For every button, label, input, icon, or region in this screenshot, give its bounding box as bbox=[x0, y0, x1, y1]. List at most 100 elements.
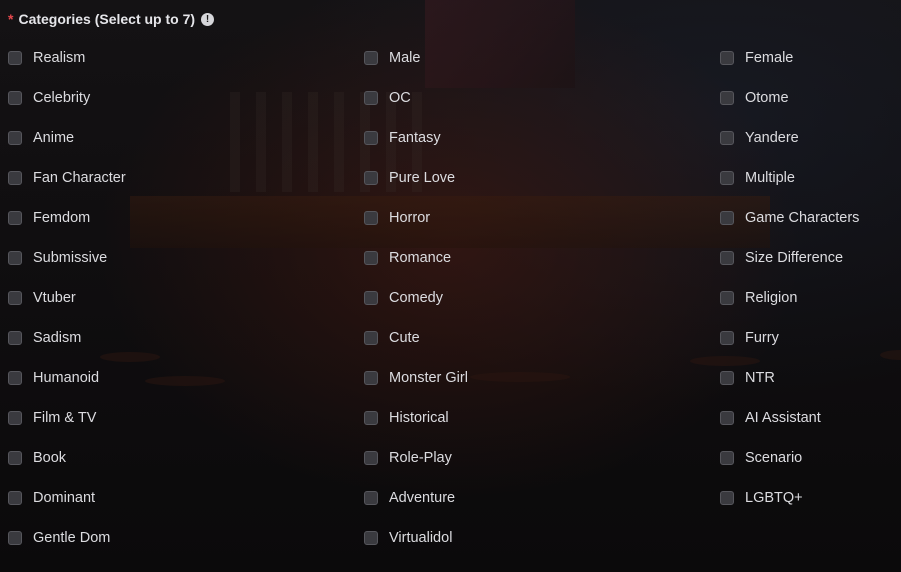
category-column-2: Male OC Fantasy Pure Love Horror Romance… bbox=[364, 38, 664, 558]
checkbox[interactable] bbox=[364, 291, 378, 305]
checkbox[interactable] bbox=[364, 91, 378, 105]
checkbox[interactable] bbox=[8, 411, 22, 425]
category-option-monster-girl[interactable]: Monster Girl bbox=[364, 358, 664, 398]
category-option-submissive[interactable]: Submissive bbox=[8, 238, 308, 278]
checkbox[interactable] bbox=[720, 171, 734, 185]
option-label: Anime bbox=[33, 130, 75, 146]
checkbox[interactable] bbox=[364, 131, 378, 145]
category-option-gentle-dom[interactable]: Gentle Dom bbox=[8, 518, 308, 558]
category-option-fan-character[interactable]: Fan Character bbox=[8, 158, 308, 198]
category-option-multiple[interactable]: Multiple bbox=[720, 158, 901, 198]
option-label: Adventure bbox=[389, 490, 456, 506]
checkbox[interactable] bbox=[8, 131, 22, 145]
checkbox[interactable] bbox=[720, 291, 734, 305]
option-label: Fantasy bbox=[389, 130, 441, 146]
category-option-sadism[interactable]: Sadism bbox=[8, 318, 308, 358]
option-label: Male bbox=[389, 50, 421, 66]
option-label: Pure Love bbox=[389, 170, 456, 186]
checkbox[interactable] bbox=[720, 331, 734, 345]
checkbox[interactable] bbox=[8, 491, 22, 505]
checkbox[interactable] bbox=[364, 171, 378, 185]
category-column-3: Female Otome Yandere Multiple Game Chara… bbox=[720, 38, 901, 518]
category-option-dominant[interactable]: Dominant bbox=[8, 478, 308, 518]
category-option-ai-assistant[interactable]: AI Assistant bbox=[720, 398, 901, 438]
checkbox[interactable] bbox=[364, 51, 378, 65]
category-picker: * Categories (Select up to 7) ! Realism … bbox=[0, 0, 901, 572]
category-option-anime[interactable]: Anime bbox=[8, 118, 308, 158]
checkbox[interactable] bbox=[8, 91, 22, 105]
option-label: Vtuber bbox=[33, 290, 76, 306]
checkbox[interactable] bbox=[720, 251, 734, 265]
checkbox[interactable] bbox=[8, 531, 22, 545]
category-option-comedy[interactable]: Comedy bbox=[364, 278, 664, 318]
option-label: LGBTQ+ bbox=[745, 490, 803, 506]
category-option-adventure[interactable]: Adventure bbox=[364, 478, 664, 518]
category-option-yandere[interactable]: Yandere bbox=[720, 118, 901, 158]
option-label: AI Assistant bbox=[745, 410, 821, 426]
option-label: Comedy bbox=[389, 290, 443, 306]
option-label: Monster Girl bbox=[389, 370, 468, 386]
category-option-scenario[interactable]: Scenario bbox=[720, 438, 901, 478]
option-label: Gentle Dom bbox=[33, 530, 111, 546]
checkbox[interactable] bbox=[720, 451, 734, 465]
category-option-size-difference[interactable]: Size Difference bbox=[720, 238, 901, 278]
checkbox[interactable] bbox=[364, 411, 378, 425]
category-option-historical[interactable]: Historical bbox=[364, 398, 664, 438]
category-option-role-play[interactable]: Role-Play bbox=[364, 438, 664, 478]
option-label: Otome bbox=[745, 90, 789, 106]
checkbox[interactable] bbox=[720, 131, 734, 145]
category-option-fantasy[interactable]: Fantasy bbox=[364, 118, 664, 158]
option-label: Fan Character bbox=[33, 170, 126, 186]
category-option-celebrity[interactable]: Celebrity bbox=[8, 78, 308, 118]
checkbox[interactable] bbox=[8, 251, 22, 265]
category-option-otome[interactable]: Otome bbox=[720, 78, 901, 118]
category-option-realism[interactable]: Realism bbox=[8, 38, 308, 78]
checkbox[interactable] bbox=[364, 491, 378, 505]
checkbox[interactable] bbox=[364, 251, 378, 265]
checkbox[interactable] bbox=[720, 491, 734, 505]
category-option-vtuber[interactable]: Vtuber bbox=[8, 278, 308, 318]
category-option-male[interactable]: Male bbox=[364, 38, 664, 78]
category-option-religion[interactable]: Religion bbox=[720, 278, 901, 318]
category-option-oc[interactable]: OC bbox=[364, 78, 664, 118]
category-option-pure-love[interactable]: Pure Love bbox=[364, 158, 664, 198]
checkbox[interactable] bbox=[720, 411, 734, 425]
option-label: Game Characters bbox=[745, 210, 860, 226]
checkbox[interactable] bbox=[720, 371, 734, 385]
category-option-ntr[interactable]: NTR bbox=[720, 358, 901, 398]
checkbox[interactable] bbox=[720, 211, 734, 225]
checkbox[interactable] bbox=[720, 91, 734, 105]
category-option-female[interactable]: Female bbox=[720, 38, 901, 78]
category-option-book[interactable]: Book bbox=[8, 438, 308, 478]
option-label: Size Difference bbox=[745, 250, 844, 266]
category-option-virtualidol[interactable]: Virtualidol bbox=[364, 518, 664, 558]
category-option-horror[interactable]: Horror bbox=[364, 198, 664, 238]
checkbox[interactable] bbox=[364, 371, 378, 385]
categories-title: Categories (Select up to 7) bbox=[18, 11, 196, 27]
checkbox[interactable] bbox=[364, 451, 378, 465]
category-column-1: Realism Celebrity Anime Fan Character Fe… bbox=[8, 38, 308, 558]
checkbox[interactable] bbox=[8, 291, 22, 305]
checkbox[interactable] bbox=[8, 331, 22, 345]
category-option-femdom[interactable]: Femdom bbox=[8, 198, 308, 238]
category-option-romance[interactable]: Romance bbox=[364, 238, 664, 278]
checkbox[interactable] bbox=[8, 211, 22, 225]
checkbox[interactable] bbox=[720, 51, 734, 65]
option-label: NTR bbox=[745, 370, 775, 386]
option-label: Romance bbox=[389, 250, 452, 266]
category-option-film-tv[interactable]: Film & TV bbox=[8, 398, 308, 438]
checkbox[interactable] bbox=[364, 331, 378, 345]
checkbox[interactable] bbox=[364, 211, 378, 225]
option-label: OC bbox=[389, 90, 411, 106]
checkbox[interactable] bbox=[8, 51, 22, 65]
info-icon[interactable]: ! bbox=[201, 12, 215, 26]
checkbox[interactable] bbox=[364, 531, 378, 545]
checkbox[interactable] bbox=[8, 171, 22, 185]
category-option-cute[interactable]: Cute bbox=[364, 318, 664, 358]
category-option-furry[interactable]: Furry bbox=[720, 318, 901, 358]
checkbox[interactable] bbox=[8, 451, 22, 465]
category-option-humanoid[interactable]: Humanoid bbox=[8, 358, 308, 398]
checkbox[interactable] bbox=[8, 371, 22, 385]
category-option-game-characters[interactable]: Game Characters bbox=[720, 198, 901, 238]
category-option-lgbtq[interactable]: LGBTQ+ bbox=[720, 478, 901, 518]
